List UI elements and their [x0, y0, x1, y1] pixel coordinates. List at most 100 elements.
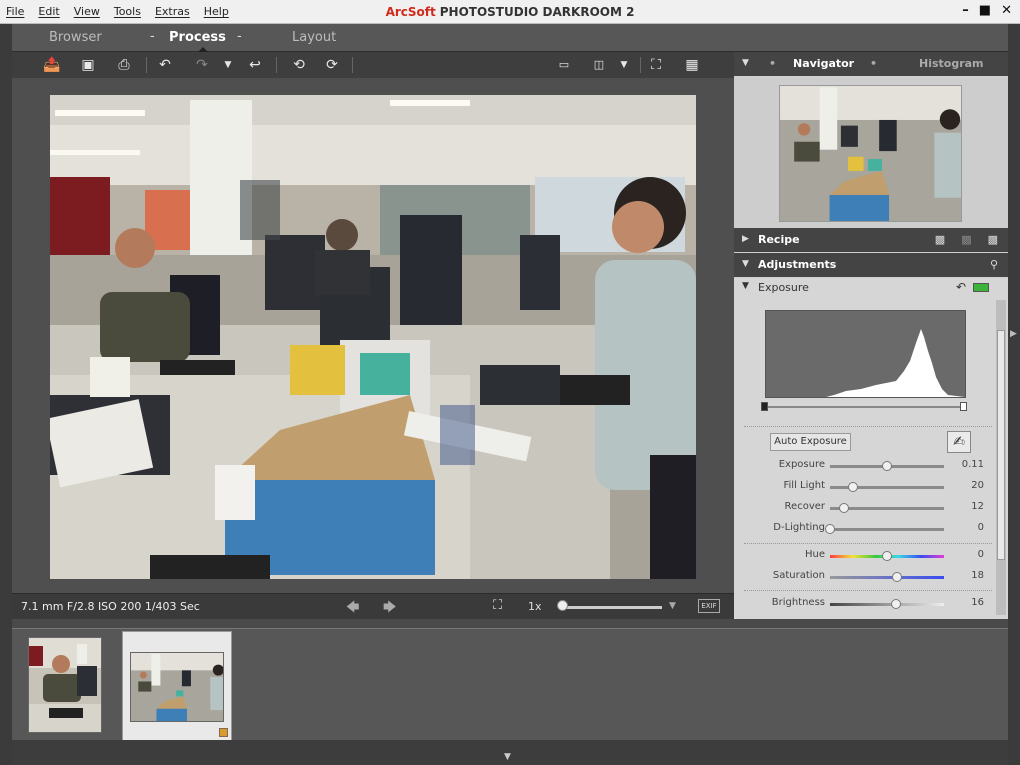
exposure-toggle[interactable]: [973, 283, 989, 292]
collapse-icon[interactable]: ▼: [742, 259, 749, 269]
slider-track[interactable]: [830, 603, 944, 606]
slider-handle[interactable]: [847, 482, 858, 492]
office-photo[interactable]: [50, 95, 696, 579]
slider-value[interactable]: 0: [952, 522, 984, 533]
redo-dropdown-icon[interactable]: ▼: [218, 56, 238, 74]
slider-label: Hue: [804, 549, 825, 560]
histogram-shape: [766, 329, 965, 397]
close-icon[interactable]: ✕: [1001, 3, 1012, 18]
fit-screen-icon[interactable]: ⛶: [646, 56, 666, 74]
section-divider: [744, 590, 992, 591]
slider-handle[interactable]: [891, 599, 902, 609]
app-name: PHOTOSTUDIO DARKROOM 2: [439, 5, 635, 19]
maximize-icon[interactable]: ■: [979, 3, 991, 18]
rotate-left-icon[interactable]: ⟲: [289, 56, 309, 74]
app-title: ArcSoft PHOTOSTUDIO DARKROOM 2: [0, 5, 1020, 19]
slider-label: Fill Light: [783, 480, 826, 491]
new-recipe-icon[interactable]: ▩: [935, 233, 945, 246]
thumbnail-art: [29, 638, 101, 732]
adjustments-header[interactable]: ▼ Adjustments ⚲: [734, 253, 1008, 277]
revert-icon[interactable]: ↩: [245, 56, 265, 74]
scrollbar-thumb[interactable]: [997, 330, 1005, 560]
slider-handle[interactable]: [838, 503, 849, 513]
toolbar-divider: [146, 57, 147, 73]
filmstrip-thumbnail-selected[interactable]: [122, 631, 232, 741]
tab-process[interactable]: Process: [169, 30, 226, 45]
slider-row-hue: Hue 0: [734, 547, 996, 567]
slider-handle[interactable]: [892, 572, 903, 582]
undo-icon[interactable]: ↶: [155, 56, 175, 74]
eyedropper-icon[interactable]: ✍: [947, 431, 971, 453]
slider-row-recover: Recover 12: [734, 499, 996, 519]
slider-row-fill-light: Fill Light 20: [734, 478, 996, 498]
zoom-level: 1x: [528, 600, 542, 613]
compare-dropdown-icon[interactable]: ▼: [614, 56, 634, 74]
reset-icon[interactable]: ↶: [956, 280, 966, 294]
recipe-title: Recipe: [758, 233, 800, 246]
rotate-right-icon[interactable]: ⟳: [322, 56, 342, 74]
slider-handle[interactable]: [882, 551, 892, 561]
slider-value[interactable]: 0: [952, 549, 984, 560]
slider-value[interactable]: 20: [952, 480, 984, 491]
save-icon[interactable]: ▣: [78, 56, 98, 74]
collapse-filmstrip-icon[interactable]: ▼: [504, 752, 511, 762]
tab-navigator[interactable]: Navigator: [793, 57, 854, 70]
slider-label: D-Lighting: [773, 522, 825, 533]
slider-value[interactable]: 18: [952, 570, 984, 581]
print-icon[interactable]: ⎙: [114, 56, 134, 74]
load-recipe-icon[interactable]: ▩: [961, 233, 971, 246]
save-recipe-icon[interactable]: ▩: [988, 233, 998, 246]
auto-exposure-button[interactable]: Auto Exposure: [770, 433, 851, 451]
black-point-handle[interactable]: [761, 402, 768, 411]
slider-value[interactable]: 0.11: [952, 459, 984, 470]
side-expand-icon[interactable]: ▶: [1010, 329, 1017, 339]
previous-image-icon[interactable]: 🡄: [346, 598, 359, 620]
fit-window-icon[interactable]: ⛶: [493, 598, 502, 613]
search-icon[interactable]: ⚲: [990, 258, 998, 271]
navigator-thumbnail[interactable]: [779, 85, 962, 222]
slider-track[interactable]: [830, 528, 944, 531]
filmstrip-thumbnail[interactable]: [28, 637, 112, 735]
minimize-icon[interactable]: –: [962, 3, 969, 18]
slider-value[interactable]: 12: [952, 501, 984, 512]
thumbnail-art: [131, 653, 223, 721]
thumbnail-image: [28, 637, 102, 733]
compare-view-icon[interactable]: ◫: [589, 56, 609, 74]
slider-label: Saturation: [772, 570, 825, 581]
white-point-handle[interactable]: [960, 402, 967, 411]
slider-track[interactable]: [830, 576, 944, 579]
tab-histogram[interactable]: Histogram: [919, 57, 984, 70]
toolbar-divider: [276, 57, 277, 73]
window-frame-right: ▶: [1008, 24, 1020, 765]
slider-label: Exposure: [778, 459, 825, 470]
adjustments-panel: ▼ Exposure ↶ Auto Exposure ✍ Exposure 0.…: [734, 278, 1008, 619]
section-divider: [744, 426, 992, 427]
grid-icon[interactable]: ▦: [682, 56, 702, 74]
image-viewer[interactable]: [12, 78, 734, 593]
camera-info: 7.1 mm F/2.8 ISO 200 1/403 Sec: [21, 600, 200, 613]
exif-button[interactable]: EXIF: [698, 599, 720, 613]
slider-value[interactable]: 16: [952, 597, 984, 608]
brand-logo: ArcSoft: [385, 5, 436, 19]
exposure-header[interactable]: ▼ Exposure ↶: [738, 280, 994, 296]
recipe-header[interactable]: ▶ Recipe ▩ ▩ ▩: [734, 228, 1008, 252]
tab-browser[interactable]: Browser: [49, 30, 102, 45]
tab-layout[interactable]: Layout: [292, 30, 336, 45]
tab-separator: •: [769, 57, 777, 70]
open-icon[interactable]: 📤: [42, 56, 62, 74]
adjustments-scrollbar[interactable]: [996, 300, 1006, 615]
slider-handle[interactable]: [825, 524, 835, 534]
toolbar: 📤 ▣ ⎙ ↶ ↷ ▼ ↩ ⟲ ⟳ ▭ ◫ ▼ ⛶ ▦: [12, 52, 734, 78]
zoom-slider-track[interactable]: [560, 606, 662, 609]
redo-icon[interactable]: ↷: [192, 56, 212, 74]
thumbnail-image: [130, 652, 224, 722]
collapse-icon[interactable]: ▼: [742, 281, 749, 291]
zoom-slider-handle[interactable]: [557, 600, 568, 611]
collapse-icon[interactable]: ▼: [742, 58, 749, 68]
expand-icon[interactable]: ▶: [742, 234, 749, 244]
status-bar: 7.1 mm F/2.8 ISO 200 1/403 Sec 🡄 🡆 ⛶ 1x …: [12, 593, 734, 619]
zoom-dropdown-icon[interactable]: ▼: [669, 601, 676, 611]
single-view-icon[interactable]: ▭: [554, 56, 574, 74]
next-image-icon[interactable]: 🡆: [383, 598, 396, 620]
slider-handle[interactable]: [882, 461, 892, 471]
